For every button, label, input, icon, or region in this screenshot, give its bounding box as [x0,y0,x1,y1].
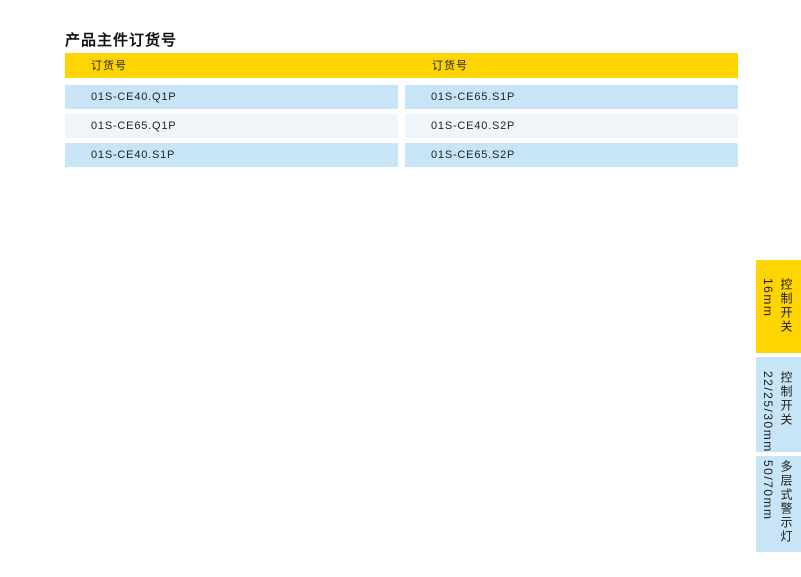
section-title: 产品主件订货号 [65,31,178,49]
side-tab-subtitle: 16mm [761,278,775,318]
order-number-table: 订货号 订货号 01S-CE40.Q1P 01S-CE65.S1P 01S-CE… [65,53,738,167]
order-number-cell: 01S-CE65.S1P [405,85,738,109]
table-body: 01S-CE40.Q1P 01S-CE65.S1P 01S-CE65.Q1P 0… [65,85,738,172]
order-number-cell: 01S-CE65.Q1P [65,114,398,138]
order-number-cell: 01S-CE65.S2P [405,143,738,167]
side-tab-title: 多层式警示灯 [779,460,793,544]
side-tab-stack-light-50-70mm[interactable]: 多层式警示灯 50/70mm [756,456,801,552]
side-tab-subtitle: 22/25/30mm [761,371,775,452]
side-tab-title: 控制开关 [779,278,793,334]
table-row: 01S-CE40.S1P 01S-CE65.S2P [65,143,738,167]
table-row: 01S-CE65.Q1P 01S-CE40.S2P [65,114,738,138]
column-header-right: 订货号 [432,59,468,72]
side-tab-subtitle: 50/70mm [761,460,775,521]
order-number-cell: 01S-CE40.Q1P [65,85,398,109]
table-header: 订货号 订货号 [65,53,738,78]
order-number-cell: 01S-CE40.S1P [65,143,398,167]
column-header-left: 订货号 [91,59,127,72]
order-number-cell: 01S-CE40.S2P [405,114,738,138]
side-tab-title: 控制开关 [779,371,793,427]
table-row: 01S-CE40.Q1P 01S-CE65.S1P [65,85,738,109]
side-tab-control-switch-22-30mm[interactable]: 控制开关 22/25/30mm [756,357,801,452]
side-tab-control-switch-16mm[interactable]: 控制开关 16mm [756,260,801,353]
